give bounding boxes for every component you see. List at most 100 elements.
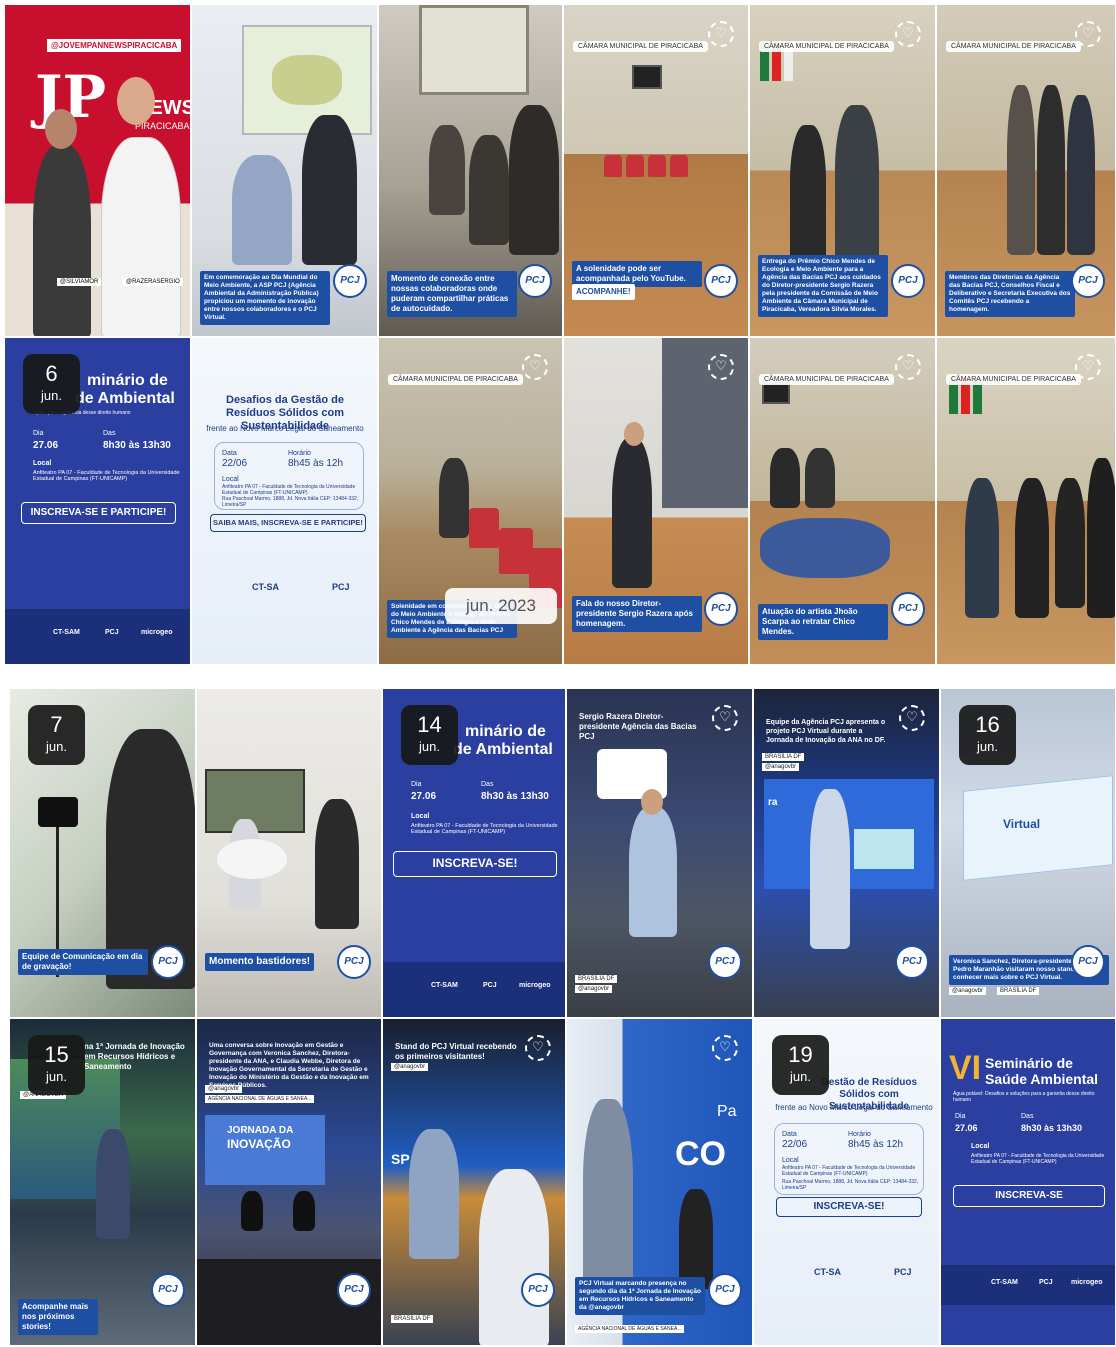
pcj-logo-icon: PCJ [521,1273,555,1307]
story-tile-palestrante[interactable]: na 1ª Jornada de Inovação em Recursos Hí… [9,1018,196,1346]
story-tile-grupo[interactable]: CÂMARA MUNICIPAL DE PIRACICABA ♡ [936,337,1116,665]
heart-icon[interactable]: ♡ [1075,354,1101,380]
date-badge: 16 jun. [959,705,1016,765]
heart-icon[interactable]: ♡ [895,354,921,380]
inscreva-button[interactable]: INSCREVA-SE! [393,851,557,877]
location-tag[interactable]: CÂMARA MUNICIPAL DE PIRACICABA [759,41,894,52]
story-tile-homenagem[interactable]: CÂMARA MUNICIPAL DE PIRACICABA ♡ Membros… [936,4,1116,337]
tag-brasilia[interactable]: BRASÍLIA DF [575,975,618,983]
story-tile-autocuidado[interactable]: Momento de conexão entre nossas colabora… [378,4,563,337]
pcj-logo-icon: PCJ [333,264,367,298]
story-tile-premio[interactable]: CÂMARA MUNICIPAL DE PIRACICABA ♡ Entrega… [749,4,936,337]
poster-footer: CT-SAM PCJ microgeo [941,1265,1115,1305]
location-tag[interactable]: CÂMARA MUNICIPAL DE PIRACICABA [946,41,1081,52]
tag-anagovbr[interactable]: @anagovbr [575,985,613,993]
link-sticker[interactable]: ACOMPANHE! [572,284,635,300]
story-tile-bastidores[interactable]: Momento bastidores! PCJ [196,688,382,1018]
local-label: Local [411,813,430,820]
head [641,789,663,815]
dia-value: 27.06 [411,791,437,802]
story-tile-residuos-poster[interactable]: Desafios da Gestão de Resíduos Sólidos c… [191,337,378,665]
pcj-logo-icon: PCJ [891,592,925,626]
story-tile-artista[interactable]: CÂMARA MUNICIPAL DE PIRACICABA ♡ Atuação… [749,337,936,665]
data-label: Data [222,450,237,457]
chair [604,155,622,177]
person-walking [612,438,652,588]
caption-top: na 1ª Jornada de Inovação em Recursos Hí… [84,1042,185,1071]
sponsor-ctsa: CT-SA [252,582,279,592]
dia-label: Dia [411,781,422,788]
person [469,135,509,245]
person [679,1189,713,1289]
screen-text: ra [768,797,778,808]
location-tag[interactable]: CÂMARA MUNICIPAL DE PIRACICABA [388,374,523,385]
tag-ana[interactable]: AGÊNCIA NACIONAL DE ÁGUAS E SANEA... [575,1325,685,1333]
tag-brasilia[interactable]: BRASÍLIA DF [762,753,805,761]
head [624,422,644,446]
tag-anagovbr[interactable]: @anagovbr [762,763,800,771]
story-tile-seminario-poster-2[interactable]: minário de de Ambiental Dia 27.06 Das 8h… [382,688,566,1018]
story-tile-segundo-dia[interactable]: Pa CO ♡ PCJ Virtual marcando presença no… [566,1018,753,1346]
heart-icon[interactable]: ♡ [899,705,925,731]
story-tile-solenidade[interactable]: CÂMARA MUNICIPAL DE PIRACICABA ♡ A solen… [563,4,749,337]
person-speaker [810,789,850,949]
date-month: jun. [46,739,67,754]
inscreva-button[interactable]: INSCREVA-SE! [776,1197,922,1217]
heart-icon[interactable]: ♡ [712,705,738,731]
saiba-mais-button[interactable]: SAIBA MAIS, INSCREVA-SE E PARTICIPE! [210,514,366,532]
heart-icon[interactable]: ♡ [525,1035,551,1061]
story-tile-virtual-reality[interactable]: Em comemoração ao Dia Mundial do Meio Am… [191,4,378,337]
local-value: Anfiteatro PA 07 - Faculdade de Tecnolog… [411,823,558,835]
curtain [662,338,748,508]
jovempan-tag: @JOVEMPANNEWSPIRACICABA [47,39,182,52]
location-tag[interactable]: CÂMARA MUNICIPAL DE PIRACICABA [573,41,708,52]
story-tile-seminario-poster-3[interactable]: VI Seminário de Saúde Ambiental Água pot… [940,1018,1116,1346]
heart-icon[interactable]: ♡ [708,354,734,380]
story-tile-pcj-virtual-box[interactable]: Virtual Veronica Sanchez, Diretora-presi… [940,688,1116,1018]
wall-text-b: CO [675,1135,726,1173]
heart-icon[interactable]: ♡ [712,1035,738,1061]
caption: Sergio Razera Diretor-presidente Agência… [579,712,697,741]
tag-anagovbr[interactable]: @anagovbr [391,1063,429,1071]
location-tag[interactable]: CÂMARA MUNICIPAL DE PIRACICABA [946,374,1081,385]
local-value: Anfiteatro PA 07 - Faculdade de Tecnolog… [33,470,180,482]
heart-icon[interactable]: ♡ [895,21,921,47]
chair [469,508,499,548]
inscreva-button[interactable]: INSCREVA-SE [953,1185,1105,1207]
story-tile-jornada-inovacao[interactable]: ra ♡ Equipe da Agência PCJ apresenta o p… [753,688,940,1018]
tag-ana[interactable]: AGÊNCIA NACIONAL DE ÁGUAS E SANEA... [205,1095,315,1103]
person-sergio [629,807,677,937]
pcj-logo-icon: PCJ [704,592,738,626]
poster-title-vi: VI [949,1049,982,1087]
tag-brasilia[interactable]: BRASÍLIA DF [997,987,1040,995]
local-label: Local [971,1143,990,1150]
data-label: Data [782,1131,797,1138]
date-month: jun. [977,739,998,754]
story-tile-fala-diretor[interactable]: ♡ Fala do nosso Diretor-presidente Sergi… [563,337,749,665]
sponsor-ctsa: CT-SA [814,1267,841,1277]
man-head [117,77,155,125]
sponsor-pcj: PCJ [483,982,497,989]
person [1015,478,1049,618]
story-tile-sergio-brasilia[interactable]: ♡ Sergio Razera Diretor-presidente Agênc… [566,688,753,1018]
tag-anagovbr[interactable]: @anagovbr [205,1085,243,1093]
tag-brasilia[interactable]: BRASÍLIA DF [391,1315,434,1323]
story-tile-auditorio[interactable]: CÂMARA MUNICIPAL DE PIRACICABA ♡ Solenid… [378,337,563,665]
date-month: jun. [46,1069,67,1084]
tag-anagovbr[interactable]: @anagovbr [949,987,987,995]
story-tile-residuos-poster-2[interactable]: Gestão de Resíduos Sólidos com Sustentab… [753,1018,940,1346]
story-tile-stand-visitantes[interactable]: SP Stand do PCJ Virtual recebendo os pri… [382,1018,566,1346]
story-tile-jovempan[interactable]: @JOVEMPANNEWSPIRACICABA JP NEWS PIRACICA… [4,4,191,337]
inscreva-button[interactable]: INSCREVA-SE E PARTICIPE! [21,502,176,524]
location-tag[interactable]: CÂMARA MUNICIPAL DE PIRACICABA [759,374,894,385]
heart-icon[interactable]: ♡ [708,21,734,47]
local-label: Local [33,460,52,467]
story-tile-seminario-poster[interactable]: minário de de Ambiental ações para a gar… [4,337,191,665]
local-value: Anfiteatro PA 07 - Faculdade de Tecnolog… [782,1165,916,1177]
person [1087,458,1115,618]
person [1055,478,1085,608]
heart-icon[interactable]: ♡ [1075,21,1101,47]
story-tile-gravacao[interactable]: Equipe de Comunicação em dia de gravação… [9,688,196,1018]
heart-icon[interactable]: ♡ [522,354,548,380]
story-tile-conversa-inovacao[interactable]: JORNADA DA INOVAÇÃO Uma conversa sobre I… [196,1018,382,1346]
